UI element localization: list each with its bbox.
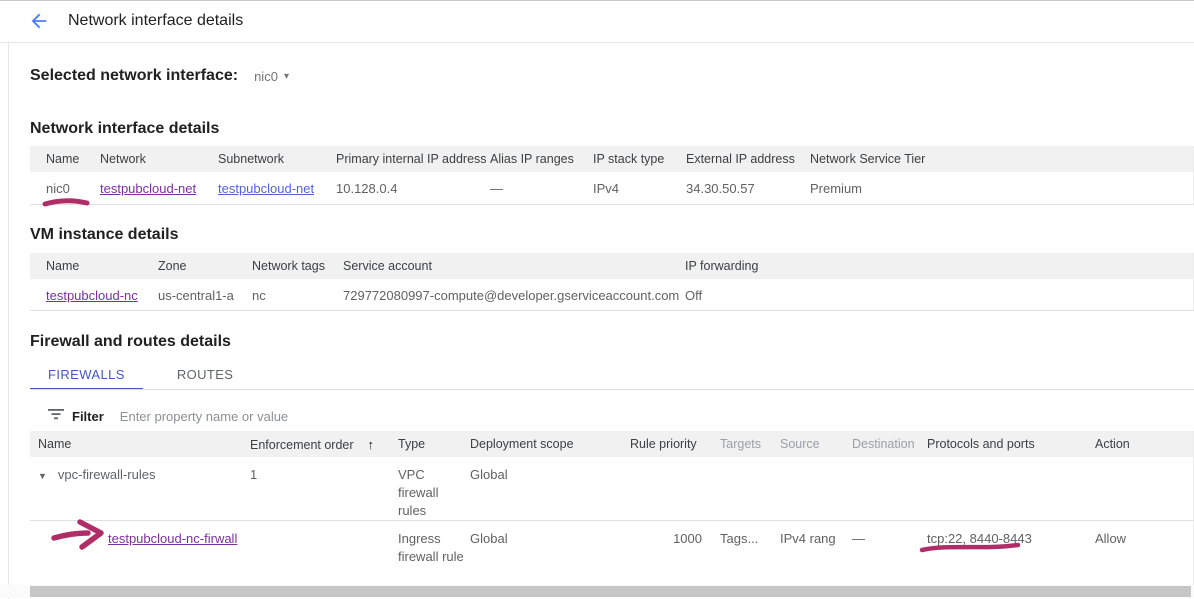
tab-routes[interactable]: ROUTES bbox=[159, 361, 252, 389]
cell-network: testpubcloud-net bbox=[100, 172, 218, 205]
cell-vm-name: testpubcloud-nc bbox=[30, 279, 158, 311]
col-header-type: Type bbox=[398, 431, 470, 457]
network-link[interactable]: testpubcloud-net bbox=[100, 181, 196, 196]
collapse-caret-icon[interactable]: ▼ bbox=[38, 471, 47, 481]
cell-targets: Tags... bbox=[702, 521, 780, 587]
vm-table: Name Zone Network tags Service account I… bbox=[30, 253, 1194, 311]
tabs-divider bbox=[30, 389, 1194, 390]
enforcement-order-label: Enforcement order bbox=[250, 438, 354, 452]
col-header-alias-ranges: Alias IP ranges bbox=[490, 146, 593, 172]
cell-ip-forwarding: Off bbox=[685, 279, 1194, 311]
cell-destination bbox=[852, 457, 927, 521]
col-header-action: Action bbox=[1095, 431, 1194, 457]
nic-header-row: Name Network Subnetwork Primary internal… bbox=[30, 146, 1194, 172]
col-header-name: Name bbox=[30, 431, 250, 457]
col-header-service-tier: Network Service Tier bbox=[810, 146, 1194, 172]
left-border-rule bbox=[8, 43, 9, 599]
sort-ascending-icon[interactable]: ↑ bbox=[368, 437, 375, 452]
cell-service-account: 729772080997-compute@developer.gservicea… bbox=[343, 279, 685, 311]
cell-deployment-scope: Global bbox=[470, 521, 630, 587]
cell-subnetwork: testpubcloud-net bbox=[218, 172, 336, 205]
vm-section-heading: VM instance details bbox=[30, 226, 179, 244]
col-header-primary-ip: Primary internal IP address bbox=[336, 146, 490, 172]
cell-primary-ip: 10.128.0.4 bbox=[336, 172, 490, 205]
firewall-group-name: vpc-firewall-rules bbox=[58, 467, 156, 482]
cell-destination: — bbox=[852, 521, 927, 587]
tab-firewalls-label: FIREWALLS bbox=[48, 367, 125, 382]
col-header-external-ip: External IP address bbox=[686, 146, 810, 172]
cell-source: IPv4 rang bbox=[780, 521, 852, 587]
table-row: ▼ vpc-firewall-rules 1 VPC firewall rules… bbox=[30, 457, 1194, 521]
cell-service-tier: Premium bbox=[810, 172, 1194, 205]
table-row: testpubcloud-nc us-central1-a nc 7297720… bbox=[30, 279, 1194, 311]
cell-targets bbox=[702, 457, 780, 521]
filter-icon bbox=[48, 407, 64, 426]
selected-interface-label: Selected network interface: bbox=[30, 67, 238, 85]
subnetwork-link[interactable]: testpubcloud-net bbox=[218, 181, 314, 196]
cell-protocols-ports bbox=[927, 457, 1095, 521]
vm-instance-link[interactable]: testpubcloud-nc bbox=[46, 288, 138, 303]
firewall-rule-link[interactable]: testpubcloud-nc-firwall bbox=[108, 531, 237, 546]
col-header-protocols-ports: Protocols and ports bbox=[927, 431, 1095, 457]
filter-label: Filter bbox=[72, 409, 104, 424]
tab-firewalls[interactable]: FIREWALLS bbox=[30, 361, 143, 389]
cell-zone: us-central1-a bbox=[158, 279, 252, 311]
cell-deployment-scope: Global bbox=[470, 457, 630, 521]
col-header-name: Name bbox=[30, 253, 158, 279]
cell-name: testpubcloud-nc-firwall bbox=[30, 521, 250, 587]
cell-network-tags: nc bbox=[252, 279, 343, 311]
vm-header-row: Name Zone Network tags Service account I… bbox=[30, 253, 1194, 279]
cell-source bbox=[780, 457, 852, 521]
selected-interface-row: Selected network interface: nic0 ▾ bbox=[30, 67, 289, 85]
horizontal-scrollbar-track[interactable] bbox=[0, 585, 1194, 598]
col-header-network: Network bbox=[100, 146, 218, 172]
cell-action bbox=[1095, 457, 1194, 521]
col-header-enforcement-order[interactable]: Enforcement order ↑ bbox=[250, 431, 398, 457]
cell-enforcement-order bbox=[250, 521, 398, 587]
col-header-stack-type: IP stack type bbox=[593, 146, 686, 172]
cell-type: Ingress firewall rule bbox=[398, 521, 470, 587]
col-header-subnetwork: Subnetwork bbox=[218, 146, 336, 172]
col-header-zone: Zone bbox=[158, 253, 252, 279]
cell-enforcement-order: 1 bbox=[250, 457, 398, 521]
network-interface-details-page: Network interface details Selected netwo… bbox=[0, 0, 1194, 599]
chevron-down-icon[interactable]: ▾ bbox=[284, 71, 289, 82]
cell-action: Allow bbox=[1095, 521, 1194, 587]
firewall-section-heading: Firewall and routes details bbox=[30, 333, 231, 351]
cell-name: ▼ vpc-firewall-rules bbox=[30, 457, 250, 521]
col-header-network-tags: Network tags bbox=[252, 253, 343, 279]
horizontal-scrollbar-thumb[interactable] bbox=[30, 586, 1191, 597]
firewall-header-row: Name Enforcement order ↑ Type Deployment … bbox=[30, 431, 1194, 457]
cell-alias-ranges: — bbox=[490, 172, 593, 205]
col-header-ip-forwarding: IP forwarding bbox=[685, 253, 1194, 279]
cell-rule-priority bbox=[630, 457, 702, 521]
back-arrow-icon[interactable] bbox=[28, 10, 52, 34]
filter-bar: Filter bbox=[48, 403, 542, 429]
col-header-service-account: Service account bbox=[343, 253, 685, 279]
cell-protocols-ports: tcp:22, 8440-8443 bbox=[927, 521, 1095, 587]
top-bar: Network interface details bbox=[0, 1, 1194, 43]
interface-select[interactable]: nic0 bbox=[254, 69, 278, 84]
nic-section-heading: Network interface details bbox=[30, 120, 219, 138]
page-title: Network interface details bbox=[68, 12, 243, 30]
table-row: nic0 testpubcloud-net testpubcloud-net 1… bbox=[30, 172, 1194, 205]
nic-table: Name Network Subnetwork Primary internal… bbox=[30, 146, 1194, 205]
col-header-name: Name bbox=[30, 146, 100, 172]
col-header-source: Source bbox=[780, 431, 852, 457]
col-header-rule-priority: Rule priority bbox=[630, 431, 702, 457]
cell-rule-priority: 1000 bbox=[630, 521, 702, 587]
cell-stack-type: IPv4 bbox=[593, 172, 686, 205]
col-header-targets: Targets bbox=[702, 431, 780, 457]
firewall-rules-table: Name Enforcement order ↑ Type Deployment … bbox=[30, 431, 1194, 587]
cell-external-ip: 34.30.50.57 bbox=[686, 172, 810, 205]
cell-type: VPC firewall rules bbox=[398, 457, 470, 521]
filter-input[interactable] bbox=[118, 408, 542, 425]
table-row: testpubcloud-nc-firwall Ingress firewall… bbox=[30, 521, 1194, 587]
firewall-routes-tabs: FIREWALLS ROUTES bbox=[30, 361, 251, 389]
col-header-destination: Destination bbox=[852, 431, 927, 457]
cell-nic-name: nic0 bbox=[30, 172, 100, 205]
col-header-deployment-scope: Deployment scope bbox=[470, 431, 630, 457]
tab-routes-label: ROUTES bbox=[177, 367, 234, 382]
